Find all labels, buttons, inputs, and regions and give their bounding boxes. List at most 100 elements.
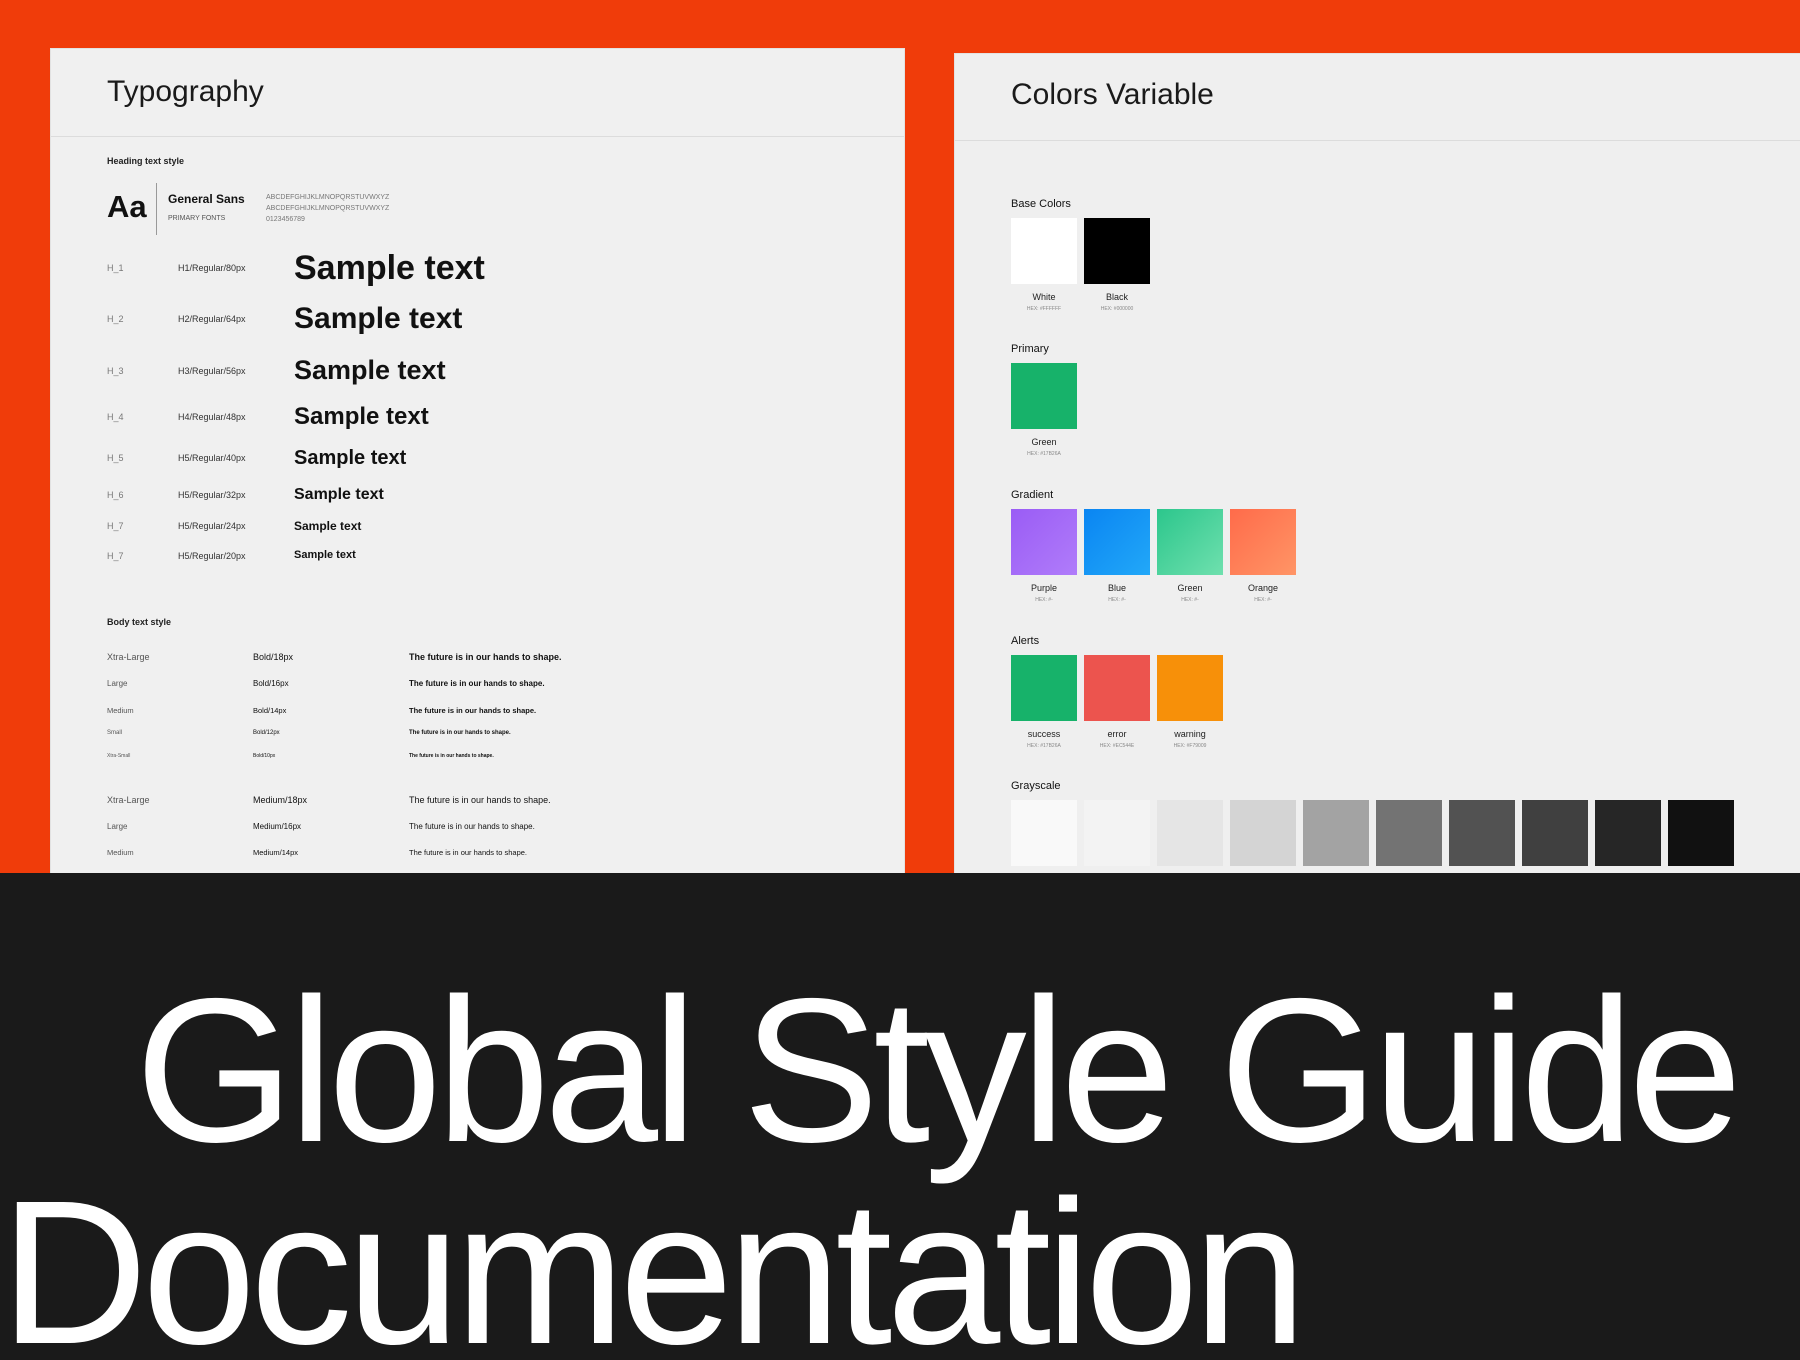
color-swatch[interactable] (1522, 800, 1588, 866)
color-group-label: Primary (1011, 343, 1049, 355)
color-swatch[interactable] (1157, 655, 1223, 721)
color-swatch-name: Purple (1030, 583, 1057, 593)
body-style-spec: Bold/18px (253, 652, 294, 662)
body-style-sample: The future is in our hands to shape. (409, 652, 562, 662)
color-swatch-hex: HEX: #17B26A (1027, 451, 1061, 457)
color-swatch-hex: HEX: #- (1254, 597, 1272, 603)
color-swatch[interactable] (1595, 800, 1661, 866)
color-swatch-name: Blue (1107, 583, 1126, 593)
body-style-sample: The future is in our hands to shape. (409, 822, 535, 831)
body-style-name: Medium (107, 706, 134, 715)
heading-spec: H3/Regular/56px (178, 366, 246, 376)
font-characters: ABCDEFGHIJKLMNOPQRSTUVWXYZ ABCDEFGHIJKLM… (266, 192, 389, 225)
heading-key: H_5 (107, 453, 124, 463)
body-style-name: Large (107, 679, 128, 688)
headline-line-2: Documentation (0, 1158, 1307, 1360)
color-swatch-hex: HEX: #- (1035, 597, 1053, 603)
body-style-spec: Medium/18px (253, 795, 308, 805)
color-swatch[interactable] (1230, 509, 1296, 575)
body-style-sample: The future is in our hands to shape. (409, 679, 545, 688)
heading-section-label: Heading text style (107, 156, 185, 166)
heading-key: H_4 (107, 412, 124, 422)
heading-key: H_6 (107, 490, 124, 500)
color-swatch[interactable] (1011, 655, 1077, 721)
heading-spec: H5/Regular/40px (178, 453, 246, 463)
color-swatch[interactable] (1230, 800, 1296, 866)
color-swatch-hex: HEX: #17B26A (1027, 743, 1061, 749)
color-swatch-name: Green (1031, 437, 1057, 447)
color-swatch[interactable] (1157, 509, 1223, 575)
body-style-spec: Medium/14px (253, 848, 299, 857)
font-digits: 0123456789 (266, 216, 305, 223)
heading-key: H_1 (107, 263, 124, 273)
color-swatch[interactable] (1668, 800, 1734, 866)
color-swatch-name: Black (1105, 292, 1128, 302)
color-swatch[interactable] (1084, 800, 1150, 866)
color-swatch-hex: HEX: #- (1108, 597, 1126, 603)
color-swatch-name: White (1032, 292, 1056, 302)
font-lowercase: ABCDEFGHIJKLMNOPQRSTUVWXYZ (266, 205, 390, 212)
body-style-spec: Medium/16px (253, 822, 302, 831)
heading-spec: H4/Regular/48px (178, 412, 246, 422)
color-swatch-hex: HEX: #000000 (1100, 306, 1134, 312)
color-swatch-name: Green (1177, 583, 1203, 593)
heading-sample: Sample text (294, 486, 384, 503)
color-swatch[interactable] (1011, 800, 1077, 866)
heading-key: H_3 (107, 366, 124, 376)
heading-sample: Sample text (294, 549, 356, 561)
color-swatch[interactable] (1157, 800, 1223, 866)
body-style-name: Xtra-Large (107, 795, 150, 805)
color-swatch[interactable] (1011, 218, 1077, 284)
color-swatch[interactable] (1303, 800, 1369, 866)
body-section-label: Body text style (107, 617, 172, 627)
color-swatch[interactable] (1449, 800, 1515, 866)
heading-spec: H5/Regular/24px (178, 521, 246, 531)
colors-panel: Colors Variable Base Colors White HEX: #FF… (954, 53, 1800, 873)
heading-sample: Sample text (294, 403, 429, 430)
heading-sample: Sample text (294, 302, 463, 335)
colors-header: Colors Variable (955, 54, 1800, 141)
color-swatch[interactable] (1084, 509, 1150, 575)
color-group-label: Alerts (1011, 635, 1040, 647)
body-style-sample: The future is in our hands to shape. (409, 753, 494, 759)
heading-sample: Sample text (294, 355, 446, 385)
heading-sample: Sample text (294, 519, 362, 533)
typography-panel: Typography Heading text style Aa General… (50, 48, 905, 873)
hero-banner: Typography Heading text style Aa General… (0, 0, 1800, 873)
color-swatch-name: warning (1174, 729, 1206, 739)
body-style-sample: The future is in our hands to shape. (409, 706, 537, 715)
body-style-spec: Bold/16px (253, 679, 289, 688)
heading-key: H_7 (107, 521, 124, 531)
body-style-name: Xtra-Large (107, 652, 150, 662)
body-style-sample: The future is in our hands to shape. (409, 730, 511, 736)
colors-title: Colors Variable (1011, 78, 1214, 111)
color-group-label: Gradient (1011, 489, 1054, 501)
body-style-name: Large (107, 822, 128, 831)
heading-spec: H1/Regular/80px (178, 263, 246, 273)
body-style-sample: The future is in our hands to shape. (409, 795, 551, 805)
body-style-name: Medium (107, 848, 134, 857)
heading-key: H_2 (107, 314, 124, 324)
color-swatch-name: success (1027, 729, 1061, 739)
heading-key: H_7 (107, 551, 124, 561)
color-swatch-hex: HEX: #EC544E (1099, 743, 1135, 749)
color-swatch-hex: HEX: #F79009 (1173, 743, 1207, 749)
heading-sample: Sample text (294, 249, 485, 287)
headline-line-1: Global Style Guide (135, 956, 1742, 1185)
color-swatch[interactable] (1376, 800, 1442, 866)
heading-spec: H5/Regular/20px (178, 551, 246, 561)
heading-sample: Sample text (294, 447, 407, 469)
heading-spec: H2/Regular/64px (178, 314, 246, 324)
typography-header: Typography (51, 49, 904, 137)
body-style-spec: Bold/14px (253, 706, 287, 715)
body-style-spec: Bold/10px (253, 753, 276, 759)
color-swatch[interactable] (1011, 363, 1077, 429)
color-swatch[interactable] (1011, 509, 1077, 575)
font-name: General Sans (168, 192, 245, 206)
color-swatch[interactable] (1084, 655, 1150, 721)
heading-spec: H5/Regular/32px (178, 490, 246, 500)
color-group-label: Base Colors (1011, 198, 1071, 210)
color-swatch[interactable] (1084, 218, 1150, 284)
font-role: PRIMARY FONTS (168, 215, 226, 222)
body-style-name: Small (107, 730, 123, 736)
